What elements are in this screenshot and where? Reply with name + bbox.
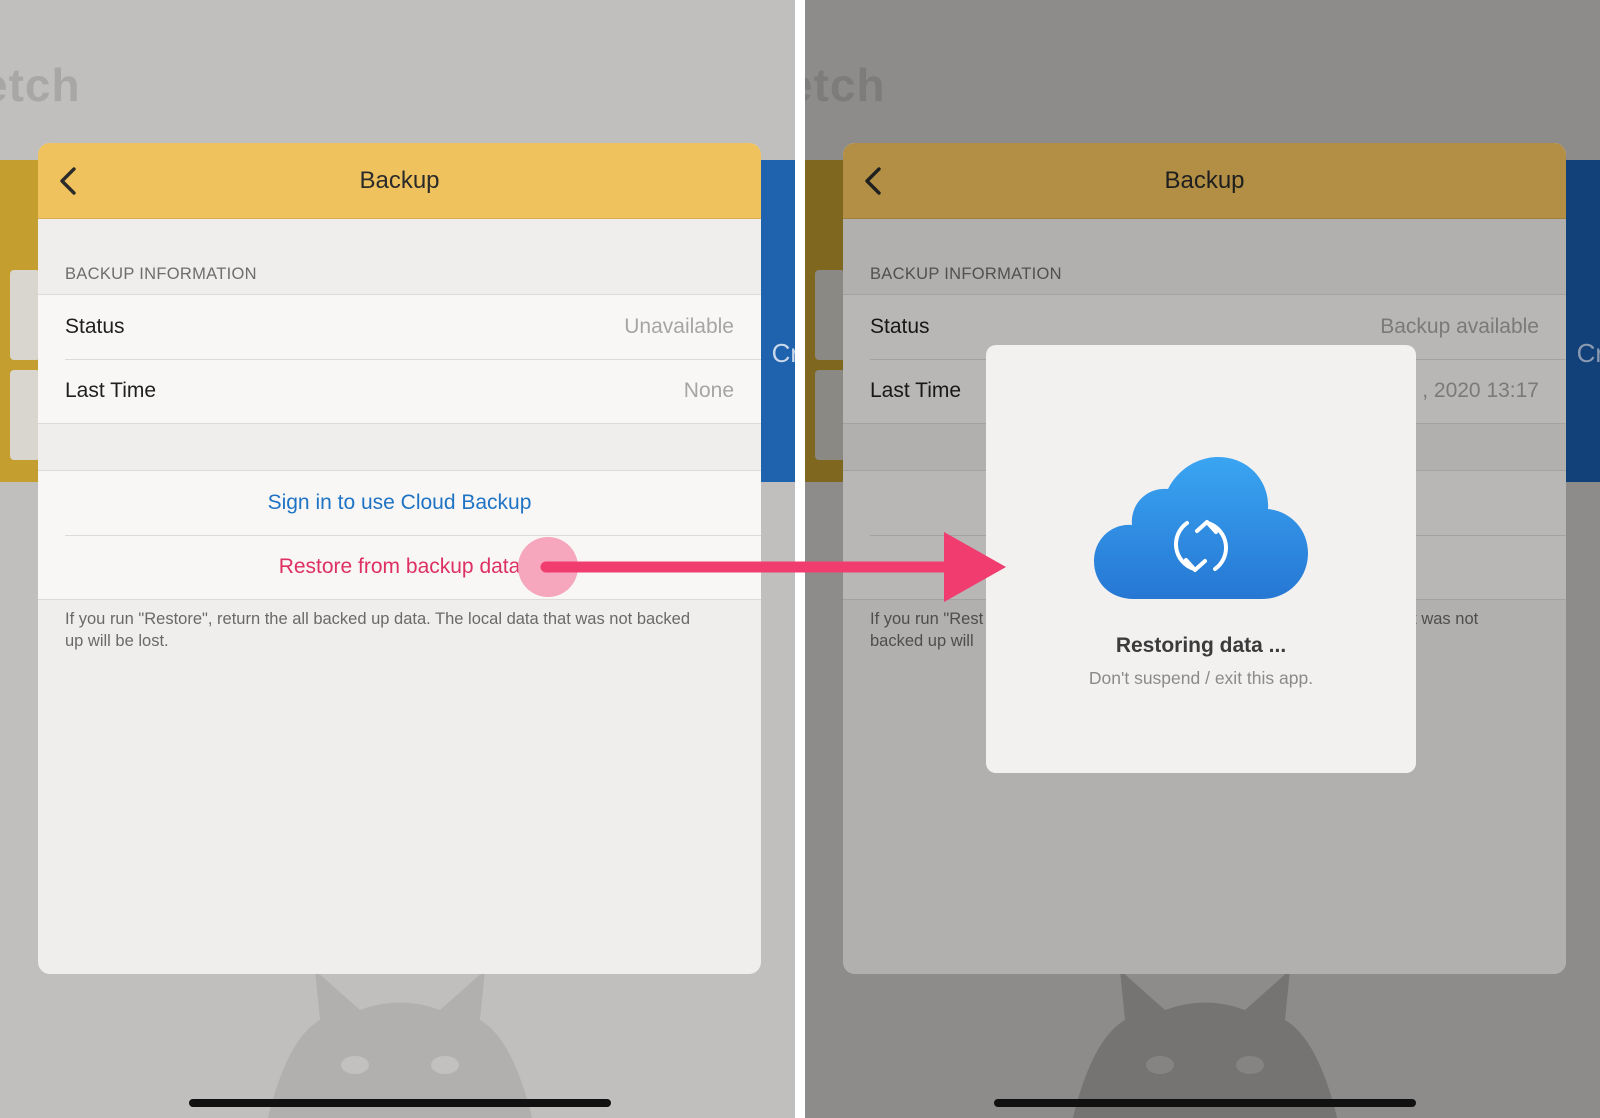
- backup-sheet: Backup BACKUP INFORMATION Status Unavail…: [38, 143, 761, 974]
- modal-subtitle: Don't suspend / exit this app.: [1088, 668, 1314, 688]
- background-blue-label: Cr: [771, 338, 795, 368]
- actions-group: Sign in to use Cloud Backup Restore from…: [38, 470, 761, 600]
- background-thumbnail: [815, 370, 845, 460]
- background-app-title: etch: [805, 59, 886, 111]
- status-value: Unavailable: [624, 315, 734, 338]
- background-blue-label: Cr: [1576, 338, 1600, 368]
- right-screen: etch Cr Backup BACKUP INFORMATION Status…: [805, 0, 1600, 1118]
- last-time-value: None: [683, 379, 734, 402]
- cloud-sync-icon: [1094, 457, 1308, 599]
- status-label: Status: [65, 315, 125, 338]
- left-screen: etch Cr Backup BACKUP INFORMATION Status…: [0, 0, 795, 1118]
- home-indicator: [994, 1099, 1416, 1107]
- restore-footnote: If you run "Restore", return the all bac…: [65, 610, 691, 650]
- page-title: Backup: [359, 167, 440, 194]
- backup-info-group: Status Unavailable Last Time None: [38, 294, 761, 424]
- sign-in-label: Sign in to use Cloud Backup: [267, 491, 532, 514]
- background-thumbnail: [10, 270, 40, 360]
- background-thumbnail: [10, 370, 40, 460]
- home-indicator: [189, 1099, 611, 1107]
- restore-label: Restore from backup data: [278, 555, 521, 578]
- last-time-label: Last Time: [65, 379, 157, 402]
- cat-illustration-icon: [267, 970, 533, 1118]
- navigation-bar: Backup: [38, 143, 761, 219]
- background-thumbnail: [815, 270, 845, 360]
- section-header: BACKUP INFORMATION: [65, 265, 257, 283]
- restore-backup-button[interactable]: Restore from backup data: [38, 535, 761, 599]
- last-time-row: Last Time None: [38, 359, 761, 423]
- status-row: Status Unavailable: [38, 295, 761, 359]
- sign-in-cloud-backup-button[interactable]: Sign in to use Cloud Backup: [38, 471, 761, 535]
- tap-indicator: [518, 537, 578, 597]
- modal-title: Restoring data ...: [1115, 634, 1287, 657]
- restoring-modal: Restoring data ... Don't suspend / exit …: [986, 345, 1416, 773]
- cat-illustration-icon: [1072, 970, 1338, 1118]
- background-app-title: etch: [0, 59, 81, 111]
